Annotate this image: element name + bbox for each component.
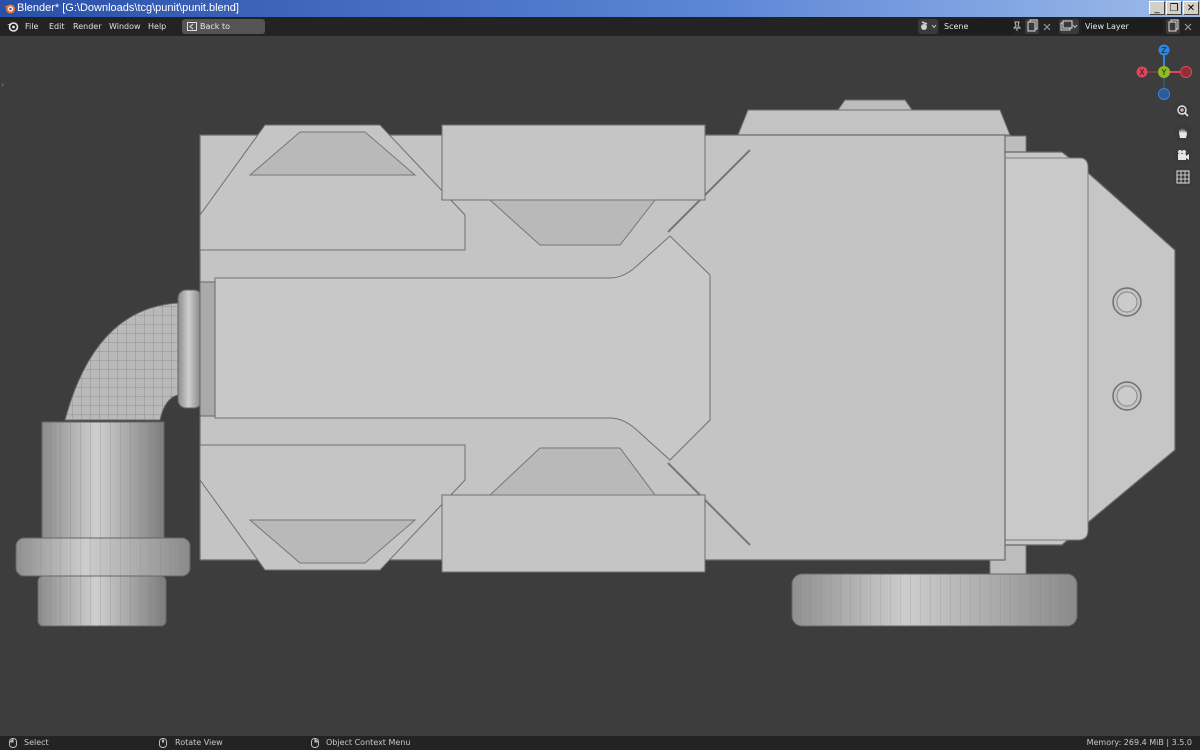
3d-viewport[interactable]: › Z X Y (0, 36, 1200, 736)
blender-logo-icon (4, 4, 15, 14)
scene-icon (921, 21, 937, 30)
render-layers-icon (1060, 20, 1078, 31)
pin-icon[interactable] (1012, 21, 1022, 32)
status-rotate-view: Rotate View (175, 738, 223, 747)
delete-view-layer-icon[interactable] (1183, 22, 1193, 32)
duplicate-icon (1027, 19, 1038, 32)
window-titlebar: Blender* [G:\Downloads\tcg\punit\punit.b… (0, 0, 1200, 17)
navigation-gizmo[interactable]: Z X Y (1134, 42, 1194, 102)
view-layer-name-field[interactable]: View Layer (1081, 19, 1163, 34)
x-axis-label: X (1139, 68, 1145, 77)
menu-help[interactable]: Help (148, 17, 166, 36)
scene-browse-button[interactable] (918, 19, 938, 34)
blender-menu-icon[interactable] (6, 20, 19, 33)
hand-icon (1179, 128, 1187, 138)
toggle-perspective-button[interactable] (1174, 168, 1192, 186)
menu-render[interactable]: Render (73, 17, 101, 36)
view-layer-browse-button[interactable] (1059, 19, 1079, 34)
minimize-button[interactable]: _ (1149, 1, 1165, 15)
camera-icon (1178, 150, 1189, 160)
back-arrow-icon (187, 22, 197, 31)
status-bar: Select Rotate View Object Context Menu M… (0, 736, 1200, 750)
y-axis-label: Y (1161, 68, 1167, 77)
new-view-layer-button[interactable] (1166, 19, 1180, 34)
close-window-button[interactable]: ✕ (1183, 1, 1199, 15)
grid-icon (1176, 170, 1190, 184)
status-select: Select (24, 738, 49, 747)
main-body (199, 99, 1176, 577)
scene-name-field[interactable]: Scene (940, 19, 1014, 34)
pan-view-button[interactable] (1174, 124, 1192, 142)
window-title: Blender* [G:\Downloads\tcg\punit\punit.b… (17, 2, 239, 14)
zoom-icon (1177, 105, 1189, 117)
duplicate-icon (1168, 19, 1179, 32)
menu-edit[interactable]: Edit (49, 17, 65, 36)
bottom-right-foot (791, 573, 1078, 627)
model-render (15, 99, 1176, 627)
menu-window[interactable]: Window (109, 17, 141, 36)
zoom-view-button[interactable] (1174, 102, 1192, 120)
maximize-button[interactable]: ❐ (1166, 1, 1182, 15)
back-to-previous-button[interactable]: Back to Previous (182, 19, 265, 46)
top-menubar: File Edit Render Window Help Back to Pre… (0, 17, 1200, 46)
status-memory-version: Memory: 269.4 MiB | 3.5.0 (1086, 738, 1192, 747)
mouse-left-icon (9, 738, 17, 748)
camera-view-button[interactable] (1174, 146, 1192, 164)
left-pipe (15, 281, 216, 627)
mouse-middle-icon (159, 738, 167, 748)
z-axis-label: Z (1161, 46, 1167, 55)
delete-scene-icon[interactable] (1042, 22, 1052, 32)
mouse-right-icon (311, 738, 319, 748)
status-context-menu: Object Context Menu (326, 738, 411, 747)
new-scene-button[interactable] (1025, 19, 1039, 34)
menu-file[interactable]: File (25, 17, 38, 36)
